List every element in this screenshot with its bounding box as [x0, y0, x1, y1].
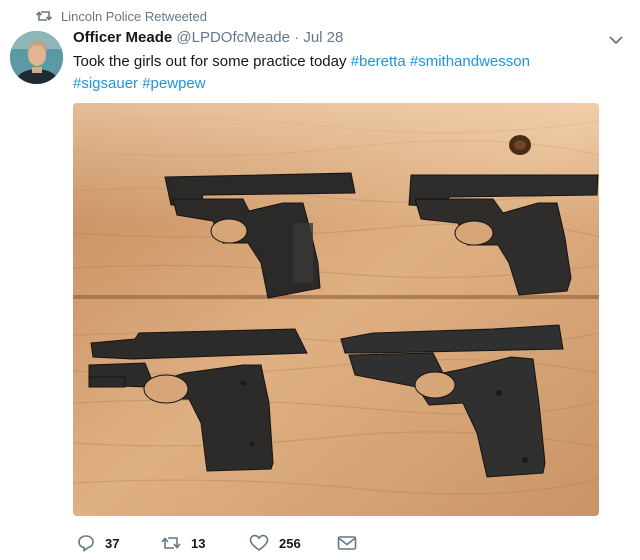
hashtag-link[interactable]: #pewpew	[142, 75, 205, 92]
tweet-text-body: Took the girls out for some practice tod…	[73, 53, 351, 70]
retweet-context-text: Lincoln Police Retweeted	[61, 8, 207, 24]
author-handle[interactable]: @LPDOfcMeade	[176, 29, 290, 46]
like-button[interactable]: 256	[249, 533, 301, 553]
retweet-icon	[161, 537, 181, 549]
author-name[interactable]: Officer Meade	[73, 29, 172, 46]
tweet-text: Took the girls out for some practice tod…	[73, 51, 613, 95]
reply-icon	[78, 535, 94, 552]
direct-message-button[interactable]	[337, 533, 367, 553]
separator-dot: ·	[294, 29, 300, 46]
hashtag-link[interactable]: #smithandwesson	[410, 53, 530, 70]
reply-count: 37	[105, 535, 120, 551]
tweet-header: Officer Meade @LPDOfcMeade · Jul 28	[73, 28, 343, 48]
tweet-photo[interactable]	[73, 103, 599, 516]
hashtag-link[interactable]: #beretta	[351, 53, 406, 70]
heart-icon	[249, 534, 269, 552]
retweet-icon	[36, 11, 52, 21]
chevron-down-icon[interactable]	[607, 31, 625, 49]
retweet-context[interactable]: Lincoln Police Retweeted	[36, 7, 207, 25]
retweet-button[interactable]: 13	[161, 533, 205, 553]
retweet-count: 13	[191, 535, 206, 551]
like-count: 256	[279, 535, 301, 551]
envelope-icon	[337, 536, 357, 550]
tweet-date[interactable]: Jul 28	[303, 29, 343, 46]
reply-button[interactable]: 37	[77, 533, 119, 553]
hashtag-link[interactable]: #sigsauer	[73, 75, 138, 92]
avatar[interactable]	[10, 31, 63, 84]
